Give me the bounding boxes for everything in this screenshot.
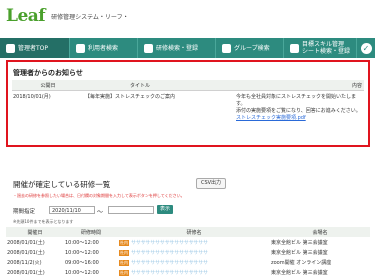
training-name-link[interactable]: ササササササササササササササササ xyxy=(131,249,208,256)
nav-label: グループ検索 xyxy=(234,44,270,52)
training-name-link[interactable]: ササササササササササササササササ xyxy=(131,239,208,246)
col-time: 研修時間 xyxy=(64,227,118,237)
row-date: 2008/11/2(火) xyxy=(7,259,42,266)
table-row[interactable]: 2008/01/01(土) 10:00〜12:00 社内 ササササササササササササ… xyxy=(6,237,370,247)
logo-text: Leaf xyxy=(6,6,46,26)
row-date: 2008/01/01(土) xyxy=(7,269,45,276)
training-table: 開催日 研修時間 研修名 会場名 2008/01/01(土) 10:00〜12:… xyxy=(6,227,370,277)
training-icon xyxy=(144,43,153,53)
group-icon xyxy=(222,43,231,53)
nav-label: 管理者TOP xyxy=(18,44,49,52)
display-limit-note: ※先頭10件までを表示となります xyxy=(13,219,74,224)
notice-row-title: 【毎年実施】ストレスチェックのご案内 xyxy=(85,94,176,100)
nav-user-search[interactable]: 利用者検索 xyxy=(70,38,138,58)
date-range-separator: 〜 xyxy=(97,209,104,216)
nav-label: 目標スキル管理 シート検索・登録 xyxy=(302,41,351,55)
notice-content-line2: 添付の実施要項をご覧になり、回答にお進みください。 xyxy=(236,108,361,114)
system-subtitle: 研修管理システム・リーフ・ xyxy=(51,14,129,21)
notice-table: 公開日 タイトル 内容 2018/10/01(月) 【毎年実施】ストレスチェック… xyxy=(12,80,364,123)
row-venue: 東京全館ビル 第三会議室 xyxy=(271,269,328,276)
internal-badge: 社内 xyxy=(119,239,129,246)
csv-export-button[interactable]: CSV出力 xyxy=(196,178,226,189)
col-content: 内容 xyxy=(196,80,364,91)
skill-sheet-icon xyxy=(290,43,299,53)
notice-attachment-link[interactable]: ストレスチェック実施要項.pdf xyxy=(236,115,306,121)
training-name-link[interactable]: ササササササササササササササササ xyxy=(131,259,208,266)
nav-skill-sheet[interactable]: 目標スキル管理 シート検索・登録 xyxy=(284,38,357,58)
check-circle-icon: ✓ xyxy=(360,42,372,54)
app-logo[interactable]: Leaf 研修管理システム・リーフ・ xyxy=(6,6,129,26)
table-row[interactable]: 2008/01/01(土) 10:00〜12:00 社内 ササササササササササササ… xyxy=(6,267,370,277)
training-name-link[interactable]: ササササササササササササササササ xyxy=(131,269,208,276)
row-time: 10:00〜12:00 xyxy=(65,239,99,246)
notice-row: 2018/10/01(月) 【毎年実施】ストレスチェックのご案内 今年も全社員対… xyxy=(12,91,364,124)
nav-group-search[interactable]: グループ検索 xyxy=(216,38,284,58)
row-time: 10:00〜12:00 xyxy=(65,249,99,256)
nav-admin-top[interactable]: 管理者TOP xyxy=(0,38,70,58)
col-published: 公開日 xyxy=(12,80,84,91)
col-training-name: 研修名 xyxy=(118,227,270,237)
date-from-input[interactable]: 2020/11/10 xyxy=(49,206,95,214)
trainings-title: 開催が確定している研修一覧 xyxy=(13,180,111,189)
nav-training-search[interactable]: 研修検索・登録 xyxy=(138,38,216,58)
row-venue: zoom開催 オンライン講座 xyxy=(271,259,332,266)
admin-notice-panel: 管理者からのお知らせ 公開日 タイトル 内容 2018/10/01(月) 【毎年… xyxy=(6,60,370,147)
notice-content-line1: 今年も全社員対象にストレスチェックを開始いたします。 xyxy=(236,94,357,107)
internal-badge: 社内 xyxy=(119,269,129,276)
row-date: 2008/01/01(土) xyxy=(7,239,45,246)
row-time: 09:00〜16:00 xyxy=(65,259,99,266)
row-venue: 東京全館ビル 第三会議室 xyxy=(271,249,328,256)
internal-badge: 社内 xyxy=(119,259,129,266)
main-nav: 管理者TOP 利用者検索 研修検索・登録 グループ検索 目標スキル管理 シート検… xyxy=(0,38,375,58)
notice-title: 管理者からのお知らせ xyxy=(13,69,83,77)
nav-label: 研修検索・登録 xyxy=(156,44,199,52)
col-venue: 会場名 xyxy=(270,227,370,237)
date-to-input[interactable] xyxy=(108,206,154,214)
notice-date: 2018/10/01(月) xyxy=(13,94,51,100)
col-title: タイトル xyxy=(84,80,196,91)
home-icon xyxy=(6,43,15,53)
col-date: 開催日 xyxy=(6,227,64,237)
row-date: 2008/01/01(土) xyxy=(7,249,45,256)
show-button[interactable]: 表示 xyxy=(157,205,173,214)
row-time: 10:00〜12:00 xyxy=(65,269,99,276)
app-header: Leaf 研修管理システム・リーフ・ xyxy=(0,0,375,38)
nav-check[interactable]: ✓ xyxy=(357,38,375,58)
period-label: 期間指定 xyxy=(13,209,36,215)
user-search-icon xyxy=(76,43,85,53)
nav-label: 利用者検索 xyxy=(88,44,119,52)
past-training-warning: ・過去の研修を参照したい場合は、日付欄の対象期間を入力して表示ボタンを押してくだ… xyxy=(13,193,185,198)
table-row[interactable]: 2008/11/2(火) 09:00〜16:00 社内 サササササササササササササ… xyxy=(6,257,370,267)
table-row[interactable]: 2008/01/01(土) 10:00〜12:00 社内 ササササササササササササ… xyxy=(6,247,370,257)
row-venue: 東京全館ビル 第三会議室 xyxy=(271,239,328,246)
